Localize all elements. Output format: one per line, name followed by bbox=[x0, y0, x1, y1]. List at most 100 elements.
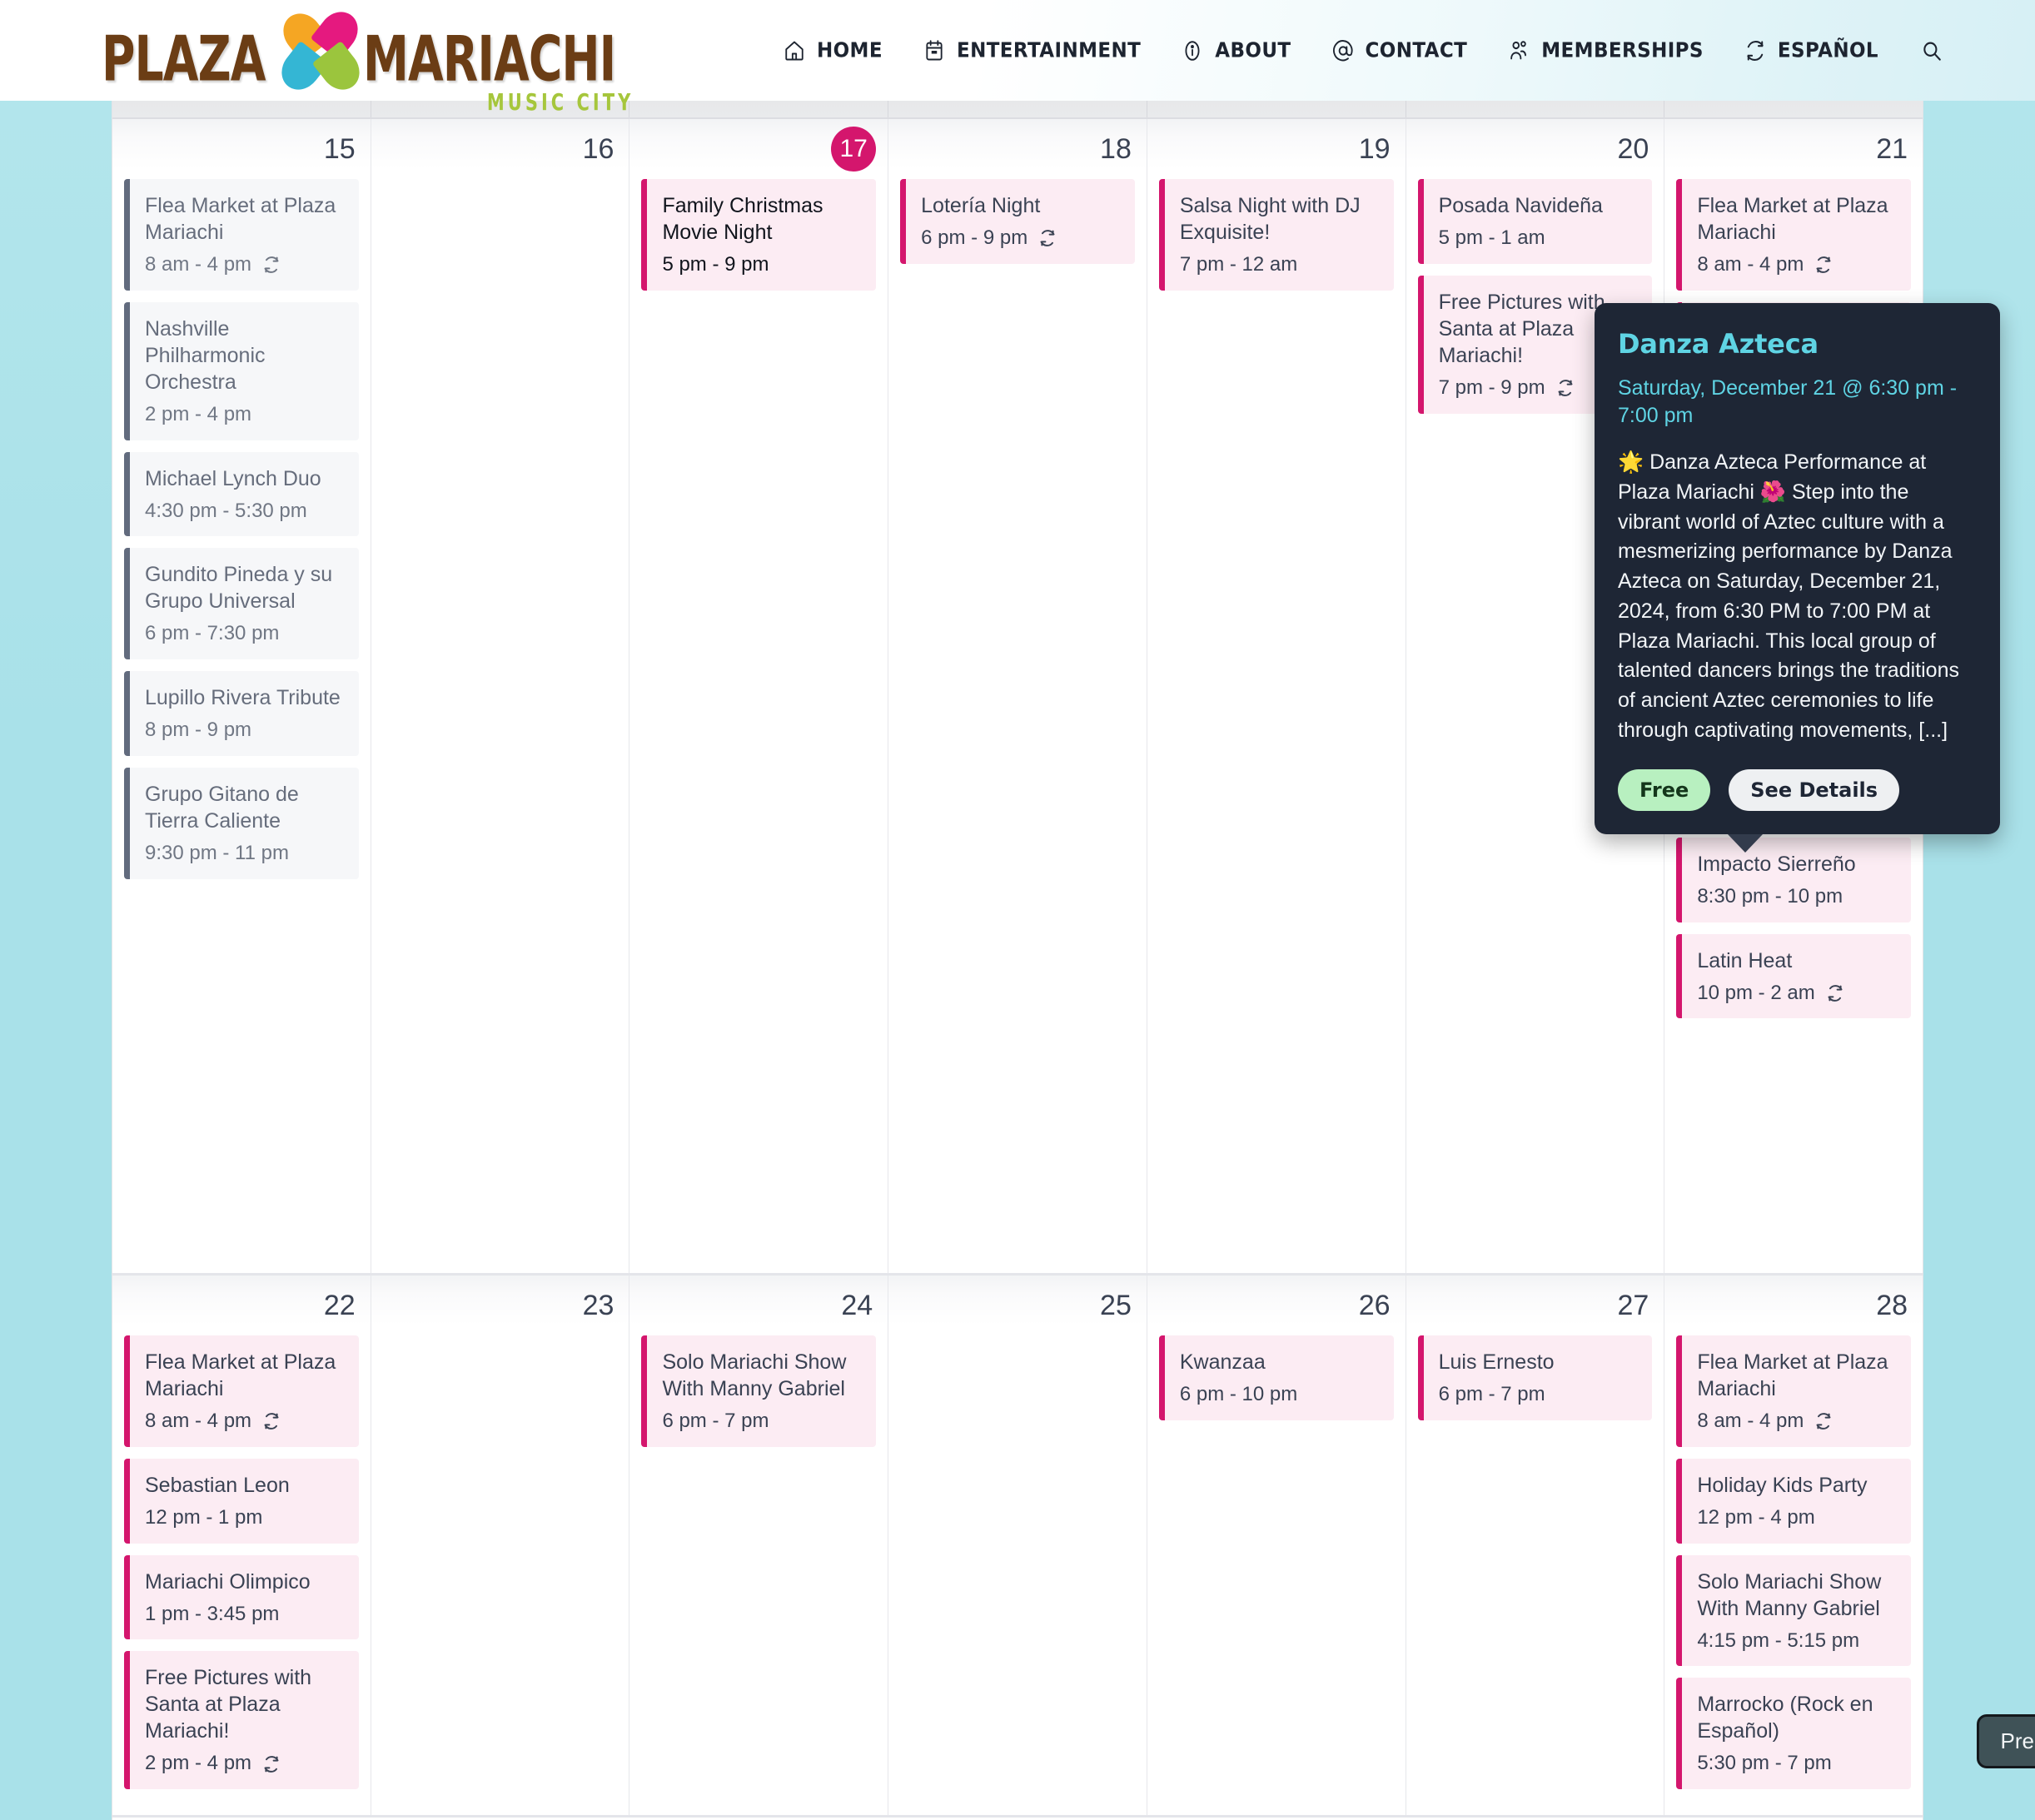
day-number: 26 bbox=[1358, 1289, 1391, 1321]
event-card[interactable]: Posada Navideña 5 pm - 1 am bbox=[1417, 179, 1653, 264]
event-card[interactable]: Mariachi Olimpico 1 pm - 3:45 pm bbox=[124, 1554, 359, 1640]
event-card[interactable]: Luis Ernesto 6 pm - 7 pm bbox=[1417, 1335, 1653, 1420]
event-time-row: 1 pm - 3:45 pm bbox=[145, 1603, 351, 1627]
event-time: 8 am - 4 pm bbox=[1697, 1410, 1804, 1432]
site-header: PLAZA MARIACHI MUSIC CITY HOME ENTERTAIN… bbox=[0, 0, 2035, 115]
nav-item-home[interactable]: HOME bbox=[763, 37, 903, 62]
calendar-day-22[interactable]: 22 Flea Market at Plaza Mariachi 8 am - 4 … bbox=[112, 1275, 371, 1815]
event-time-row: 6 pm - 7:30 pm bbox=[145, 622, 351, 646]
info-icon bbox=[1181, 37, 1204, 62]
logo-tagline: MUSIC CITY bbox=[486, 88, 634, 116]
search-icon bbox=[1920, 37, 1943, 62]
event-card[interactable]: Kwanzaa 6 pm - 10 pm bbox=[1158, 1335, 1394, 1420]
event-card[interactable]: Family Christmas Movie Night 5 pm - 9 pm bbox=[641, 179, 877, 291]
event-time: 12 pm - 4 pm bbox=[1697, 1505, 1815, 1529]
nav-item-memberships[interactable]: MEMBERSHIPS bbox=[1487, 37, 1724, 62]
calendar-day-27[interactable]: 27 Luis Ernesto 6 pm - 7 pm bbox=[1406, 1275, 1665, 1815]
tooltip-event-description: 🌟 Danza Azteca Performance at Plaza Mari… bbox=[1618, 450, 1959, 742]
event-time: 9:30 pm - 11 pm bbox=[145, 841, 289, 864]
event-title: Lupillo Rivera Tribute bbox=[145, 686, 341, 710]
nav-item-entertainment[interactable]: ENTERTAINMENT bbox=[903, 37, 1161, 62]
calendar-day-18[interactable]: 18 Lotería Night 6 pm - 9 pm bbox=[888, 119, 1147, 1273]
event-card[interactable]: Gundito Pineda y su Grupo Universal 6 pm … bbox=[124, 548, 359, 660]
event-time-row: 8 am - 4 pm bbox=[145, 253, 351, 277]
event-title: Flea Market at Plaza Mariachi bbox=[1697, 1350, 1888, 1400]
event-title: Mariachi Olimpico bbox=[145, 1569, 311, 1594]
nav-item-contact[interactable]: CONTACT bbox=[1311, 37, 1488, 62]
calendar-day-25[interactable]: 25 bbox=[888, 1275, 1147, 1815]
page-root: PLAZA MARIACHI MUSIC CITY HOME ENTERTAIN… bbox=[0, 0, 2035, 1820]
event-time-row: 6 pm - 9 pm bbox=[921, 226, 1127, 251]
event-time: 4:15 pm - 5:15 pm bbox=[1697, 1629, 1860, 1652]
event-time: 10 pm - 2 am bbox=[1697, 981, 1815, 1004]
event-title: Impacto Sierreño bbox=[1697, 852, 1856, 876]
day-number-row: 24 bbox=[641, 1275, 876, 1335]
event-time-row: 8 am - 4 pm bbox=[1697, 253, 1903, 277]
event-card[interactable]: Salsa Night with DJ Exquisite! 7 pm - 12 … bbox=[1158, 179, 1394, 291]
day-number-row: 26 bbox=[1159, 1275, 1394, 1335]
event-time: 7 pm - 9 pm bbox=[1438, 375, 1545, 399]
event-time-row: 5 pm - 9 pm bbox=[662, 253, 868, 277]
event-card[interactable]: Michael Lynch Duo 4:30 pm - 5:30 pm bbox=[124, 451, 359, 537]
day-event-list: Kwanzaa 6 pm - 10 pm bbox=[1158, 1335, 1394, 1420]
day-number-row: 25 bbox=[900, 1275, 1135, 1335]
event-card[interactable]: Latin Heat 10 pm - 2 am bbox=[1676, 933, 1912, 1019]
event-title: Flea Market at Plaza Mariachi bbox=[145, 1350, 336, 1400]
event-card[interactable]: Solo Mariachi Show With Manny Gabriel 6 p… bbox=[641, 1335, 877, 1447]
event-title: Free Pictures with Santa at Plaza Mariac… bbox=[145, 1666, 312, 1743]
calendar-day-16[interactable]: 16 bbox=[371, 119, 630, 1273]
refresh-icon bbox=[1744, 37, 1767, 62]
event-card[interactable]: Lupillo Rivera Tribute 8 pm - 9 pm bbox=[124, 671, 359, 756]
event-time: 6 pm - 7 pm bbox=[662, 1410, 769, 1432]
tooltip-arrow-icon bbox=[1728, 833, 1763, 853]
calendar-day-19[interactable]: 19 Salsa Night with DJ Exquisite! 7 pm - 1… bbox=[1147, 119, 1406, 1273]
calendar-day-24[interactable]: 24 Solo Mariachi Show With Manny Gabriel 6… bbox=[629, 1275, 889, 1815]
event-time: 1 pm - 3:45 pm bbox=[145, 1602, 280, 1625]
event-card[interactable]: Impacto Sierreño 8:30 pm - 10 pm bbox=[1676, 837, 1912, 922]
calendar-day-26[interactable]: 26 Kwanzaa 6 pm - 10 pm bbox=[1147, 1275, 1406, 1815]
search-button[interactable] bbox=[1898, 37, 1943, 62]
recurring-event-icon bbox=[1037, 228, 1057, 248]
calendar-day-17[interactable]: 17 Family Christmas Movie Night 5 pm - 9 p… bbox=[629, 119, 889, 1273]
day-number: 27 bbox=[1617, 1289, 1649, 1321]
event-time: 2 pm - 4 pm bbox=[145, 1752, 252, 1775]
event-card[interactable]: Solo Mariachi Show With Manny Gabriel 4:1… bbox=[1676, 1554, 1912, 1667]
calendar-day-28[interactable]: 28 Flea Market at Plaza Mariachi 8 am - 4 … bbox=[1664, 1275, 1923, 1815]
event-card[interactable]: Flea Market at Plaza Mariachi 8 am - 4 pm bbox=[124, 1335, 359, 1447]
event-card[interactable]: Flea Market at Plaza Mariachi 8 am - 4 pm bbox=[1676, 1335, 1912, 1447]
day-number-row: 23 bbox=[383, 1275, 618, 1335]
nav-item-about[interactable]: ABOUT bbox=[1161, 37, 1311, 62]
event-time-row: 12 pm - 4 pm bbox=[1697, 1506, 1903, 1530]
event-time: 6 pm - 7 pm bbox=[1438, 1383, 1545, 1405]
event-card[interactable]: Lotería Night 6 pm - 9 pm bbox=[900, 179, 1135, 264]
event-card[interactable]: Grupo Gitano de Tierra Caliente 9:30 pm -… bbox=[124, 767, 359, 879]
event-card[interactable]: Nashville Philharmonic Orchestra 2 pm - 4… bbox=[124, 301, 359, 440]
event-card[interactable]: Marrocko (Rock en Español) 5:30 pm - 7 pm bbox=[1676, 1678, 1912, 1790]
plaza-mariachi-emblem-icon bbox=[273, 3, 367, 97]
calendar-day-15[interactable]: 15 Flea Market at Plaza Mariachi 8 am - 4 … bbox=[112, 119, 371, 1273]
recurring-event-icon bbox=[1814, 255, 1833, 275]
site-logo[interactable]: PLAZA MARIACHI MUSIC CITY bbox=[102, 3, 637, 115]
recurring-event-icon bbox=[1555, 378, 1575, 398]
event-time: 5 pm - 9 pm bbox=[662, 253, 769, 276]
day-number-row: 20 bbox=[1418, 119, 1653, 179]
event-time-row: 10 pm - 2 am bbox=[1697, 982, 1903, 1006]
nav-item-espanol[interactable]: ESPAÑOL bbox=[1724, 37, 1898, 62]
day-number-row: 18 bbox=[900, 119, 1135, 179]
calendar-day-23[interactable]: 23 bbox=[371, 1275, 630, 1815]
event-card[interactable]: Free Pictures with Santa at Plaza Mariac… bbox=[124, 1651, 359, 1790]
event-time: 5 pm - 1 am bbox=[1438, 226, 1545, 249]
day-number-row: 21 bbox=[1676, 119, 1911, 179]
see-details-button[interactable]: See Details bbox=[1729, 768, 1900, 811]
event-card[interactable]: Flea Market at Plaza Mariachi 8 am - 4 pm bbox=[1676, 179, 1912, 291]
event-card[interactable]: Sebastian Leon 12 pm - 1 pm bbox=[124, 1458, 359, 1544]
previous-events-button[interactable]: Pre bbox=[1976, 1714, 2035, 1768]
event-title: Salsa Night with DJ Exquisite! bbox=[1179, 194, 1361, 244]
event-time: 7 pm - 12 am bbox=[1179, 253, 1298, 276]
nav-label-home: HOME bbox=[816, 38, 883, 62]
recurring-event-icon bbox=[1825, 983, 1845, 1003]
event-time-row: 8 am - 4 pm bbox=[145, 1410, 351, 1434]
event-card[interactable]: Flea Market at Plaza Mariachi 8 am - 4 pm bbox=[124, 179, 359, 291]
event-card[interactable]: Holiday Kids Party 12 pm - 4 pm bbox=[1676, 1458, 1912, 1544]
event-time: 5:30 pm - 7 pm bbox=[1697, 1752, 1832, 1775]
